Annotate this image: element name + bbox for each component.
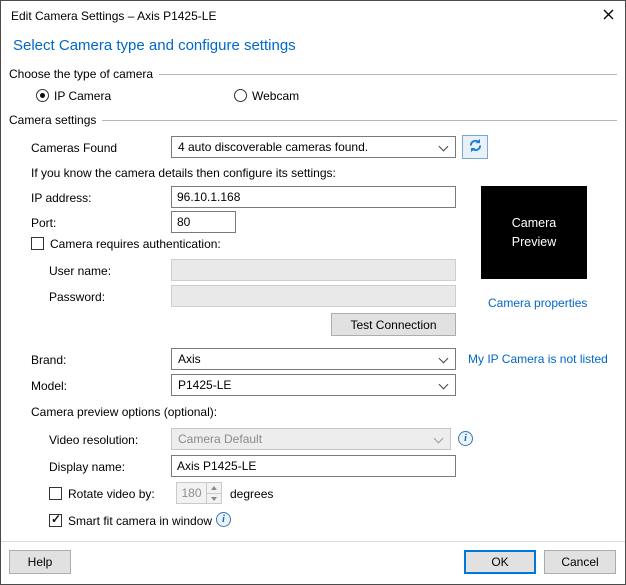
video-resolution-label: Video resolution: [49, 433, 139, 447]
footer-separator [1, 541, 625, 542]
refresh-cameras-button[interactable] [462, 135, 488, 159]
video-resolution-value: Camera Default [178, 432, 263, 446]
port-input[interactable] [171, 211, 236, 233]
username-input [171, 259, 456, 281]
model-dropdown[interactable]: P1425-LE [171, 374, 456, 396]
model-label: Model: [31, 379, 68, 393]
title-bar: Edit Camera Settings – Axis P1425-LE [1, 1, 625, 31]
test-connection-button[interactable]: Test Connection [331, 313, 456, 336]
close-icon [603, 9, 614, 23]
chevron-down-icon [433, 433, 444, 444]
password-label: Password: [49, 290, 106, 304]
camera-settings-group-label: Camera settings [9, 113, 97, 127]
window-title: Edit Camera Settings – Axis P1425-LE [11, 9, 217, 23]
smart-fit-info-icon[interactable]: i [216, 512, 231, 527]
chevron-down-icon [438, 141, 449, 152]
brand-label: Brand: [31, 353, 67, 367]
checkbox-box [31, 237, 44, 250]
rotate-degrees-value: 180 [181, 486, 202, 500]
chevron-down-icon [438, 353, 449, 364]
camera-type-group-header: Choose the type of camera [9, 67, 617, 81]
edit-camera-settings-dialog: Edit Camera Settings – Axis P1425-LE Sel… [0, 0, 626, 585]
checkbox-box [49, 487, 62, 500]
camera-properties-link[interactable]: Camera properties [488, 296, 587, 310]
brand-dropdown[interactable]: Axis [171, 348, 456, 370]
refresh-icon [468, 138, 483, 156]
display-name-label: Display name: [49, 460, 126, 474]
help-button[interactable]: Help [9, 550, 71, 574]
camera-preview-box: Camera Preview [481, 186, 587, 279]
ip-address-label: IP address: [31, 191, 92, 205]
video-resolution-dropdown: Camera Default [171, 428, 451, 450]
model-value: P1425-LE [178, 378, 232, 392]
checkbox-box: ✓ [49, 512, 62, 527]
preview-options-label: Camera preview options (optional): [31, 405, 218, 419]
cameras-found-value: 4 auto discoverable cameras found. [178, 140, 369, 154]
username-label: User name: [49, 264, 112, 278]
spinner-buttons [206, 483, 221, 503]
checkmark-icon: ✓ [51, 512, 62, 526]
cancel-button[interactable]: Cancel [544, 550, 616, 574]
page-title: Select Camera type and configure setting… [13, 37, 296, 54]
cameras-found-label: Cameras Found [31, 141, 118, 155]
auth-checkbox-label: Camera requires authentication: [50, 237, 221, 251]
camera-type-group-label: Choose the type of camera [9, 67, 154, 81]
spinner-up-icon [207, 483, 221, 493]
port-label: Port: [31, 216, 57, 230]
radio-selected-dot [40, 93, 45, 98]
ip-address-input[interactable] [171, 186, 456, 208]
radio-webcam-label: Webcam [252, 89, 300, 103]
group-rule [102, 119, 617, 121]
rotate-checkbox-label: Rotate video by: [68, 487, 155, 501]
password-input [171, 285, 456, 307]
spinner-down-icon [207, 492, 221, 503]
radio-circle [36, 89, 49, 102]
display-name-input[interactable] [171, 455, 456, 477]
degrees-suffix-label: degrees [230, 487, 274, 501]
rotate-degrees-spinner: 180 [176, 482, 222, 504]
ip-camera-not-listed-link[interactable]: My IP Camera is not listed [468, 352, 608, 366]
radio-circle [234, 89, 247, 102]
group-rule [159, 73, 617, 75]
camera-settings-group-header: Camera settings [9, 113, 617, 127]
configure-hint-text: If you know the camera details then conf… [31, 166, 336, 180]
ok-button[interactable]: OK [464, 550, 536, 574]
chevron-down-icon [438, 379, 449, 390]
smart-fit-checkbox-label: Smart fit camera in window [68, 514, 213, 528]
close-button[interactable] [591, 1, 625, 31]
radio-ip-camera-label: IP Camera [54, 89, 112, 103]
brand-value: Axis [178, 352, 201, 366]
camera-preview-placeholder: Camera Preview [511, 215, 557, 249]
video-resolution-info-icon[interactable]: i [458, 431, 473, 446]
cameras-found-dropdown[interactable]: 4 auto discoverable cameras found. [171, 136, 456, 158]
